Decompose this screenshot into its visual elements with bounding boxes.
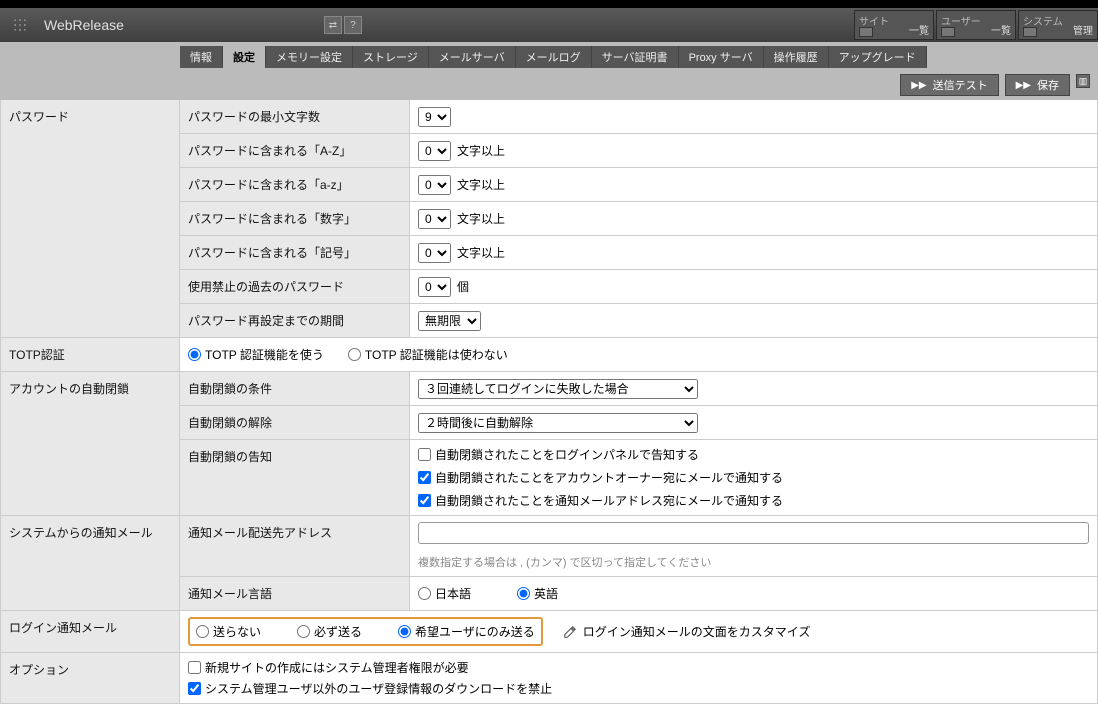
app-logo xyxy=(0,8,40,42)
send-test-button[interactable]: ▶▶送信テスト xyxy=(900,74,998,96)
app-title: WebRelease xyxy=(40,17,124,33)
row-mail-lang-value: 日本語 英語 xyxy=(410,577,1098,611)
mail-address-hint: 複数指定する場合は , (カンマ) で区切って指定してください xyxy=(418,554,711,570)
lock-notice-cb1[interactable]: 自動閉鎖されたことをログインパネルで告知する xyxy=(418,446,699,463)
loginmail-customize-link[interactable]: ログイン通知メールの文面をカスタマイズ xyxy=(563,623,811,640)
row-min-chars-label: パスワードの最小文字数 xyxy=(180,100,410,134)
save-button[interactable]: ▶▶保存 xyxy=(1005,74,1070,96)
row-lock-rel-label: 自動閉鎖の解除 xyxy=(180,406,410,440)
loginmail-always-radio[interactable]: 必ず送る xyxy=(297,623,362,640)
tab-3[interactable]: ストレージ xyxy=(353,46,429,68)
row-digit-label: パスワードに含まれる「数字」 xyxy=(180,202,410,236)
header-bar: WebRelease ⇄ ? サイト 一覧 ユーザー 一覧 システム 管理 xyxy=(0,8,1098,42)
tab-8[interactable]: 操作履歴 xyxy=(764,46,829,68)
row-upper-value: 0 文字以上 xyxy=(410,134,1098,168)
pencil-icon xyxy=(563,625,577,639)
row-upper-label: パスワードに含まれる「A-Z」 xyxy=(180,134,410,168)
row-history-value: 0 個 xyxy=(410,270,1098,304)
row-lock-rel-value: ２時間後に自動解除 xyxy=(410,406,1098,440)
section-options: オプション xyxy=(0,653,180,704)
row-history-label: 使用禁止の過去のパスワード xyxy=(180,270,410,304)
sysbox-system[interactable]: システム 管理 xyxy=(1018,10,1098,40)
row-mail-lang-label: 通知メール言語 xyxy=(180,577,410,611)
row-min-chars-value: 9 xyxy=(410,100,1098,134)
loginmail-row: 送らない 必ず送る 希望ユーザにのみ送る ログイン通知メールの文面をカスタマイズ xyxy=(180,611,1098,653)
extra-action-icon[interactable]: ▥ xyxy=(1076,74,1090,88)
tab-4[interactable]: メールサーバ xyxy=(429,46,516,68)
row-lock-not-label: 自動閉鎖の告知 xyxy=(180,440,410,516)
section-sysmail: システムからの通知メール xyxy=(0,516,180,611)
mail-lang-jp-radio[interactable]: 日本語 xyxy=(418,585,471,602)
row-expiry-label: パスワード再設定までの期間 xyxy=(180,304,410,338)
option-cb2[interactable]: システム管理ユーザ以外のユーザ登録情報のダウンロードを禁止 xyxy=(188,680,552,697)
lock-release-select[interactable]: ２時間後に自動解除 xyxy=(418,413,698,433)
sysbox-site[interactable]: サイト 一覧 xyxy=(854,10,934,40)
lock-notice-cb2[interactable]: 自動閉鎖されたことをアカウントオーナー宛にメールで通知する xyxy=(418,469,783,486)
tab-7[interactable]: Proxy サーバ xyxy=(679,46,764,68)
tab-6[interactable]: サーバ証明書 xyxy=(592,46,679,68)
row-symbol-label: パスワードに含まれる「記号」 xyxy=(180,236,410,270)
sysbox-user[interactable]: ユーザー 一覧 xyxy=(936,10,1016,40)
row-symbol-value: 0 文字以上 xyxy=(410,236,1098,270)
mail-lang-en-radio[interactable]: 英語 xyxy=(517,585,558,602)
tab-0[interactable]: 情報 xyxy=(180,46,223,68)
tab-1[interactable]: 設定 xyxy=(223,46,266,68)
lock-condition-select[interactable]: ３回連続してログインに失敗した場合 xyxy=(418,379,698,399)
row-mail-addr-value: 複数指定する場合は , (カンマ) で区切って指定してください xyxy=(410,516,1098,577)
digit-select[interactable]: 0 xyxy=(418,209,451,229)
totp-options: TOTP 認証機能を使う TOTP 認証機能は使わない xyxy=(180,338,1098,372)
history-select[interactable]: 0 xyxy=(418,277,451,297)
option-cb1[interactable]: 新規サイトの作成にはシステム管理者権限が必要 xyxy=(188,659,469,676)
row-mail-addr-label: 通知メール配送先アドレス xyxy=(180,516,410,577)
row-lock-not-value: 自動閉鎖されたことをログインパネルで告知する 自動閉鎖されたことをアカウントオー… xyxy=(410,440,1098,516)
section-password: パスワード xyxy=(0,100,180,338)
lock-notice-cb3[interactable]: 自動閉鎖されたことを通知メールアドレス宛にメールで通知する xyxy=(418,492,783,509)
lower-select[interactable]: 0 xyxy=(418,175,451,195)
tab-5[interactable]: メールログ xyxy=(516,46,592,68)
options-row: 新規サイトの作成にはシステム管理者権限が必要 システム管理ユーザ以外のユーザ登録… xyxy=(180,653,1098,704)
row-expiry-value: 無期限 xyxy=(410,304,1098,338)
loginmail-wish-radio[interactable]: 希望ユーザにのみ送る xyxy=(398,623,535,640)
section-totp: TOTP認証 xyxy=(0,338,180,372)
symbol-select[interactable]: 0 xyxy=(418,243,451,263)
upper-select[interactable]: 0 xyxy=(418,141,451,161)
tab-row: 情報設定メモリー設定ストレージメールサーバメールログサーバ証明書Proxy サー… xyxy=(0,42,1098,100)
row-lower-label: パスワードに含まれる「a-z」 xyxy=(180,168,410,202)
row-lock-cond-label: 自動閉鎖の条件 xyxy=(180,372,410,406)
help-button[interactable]: ? xyxy=(344,16,362,34)
totp-use-radio[interactable]: TOTP 認証機能を使う xyxy=(188,346,324,363)
tab-9[interactable]: アップグレード xyxy=(829,46,927,68)
tool-button-1[interactable]: ⇄ xyxy=(324,16,342,34)
section-lockout: アカウントの自動閉鎖 xyxy=(0,372,180,516)
mail-address-input[interactable] xyxy=(418,522,1089,544)
totp-nouse-radio[interactable]: TOTP 認証機能は使わない xyxy=(348,346,508,363)
row-lock-cond-value: ３回連続してログインに失敗した場合 xyxy=(410,372,1098,406)
tab-2[interactable]: メモリー設定 xyxy=(266,46,353,68)
row-digit-value: 0 文字以上 xyxy=(410,202,1098,236)
loginmail-none-radio[interactable]: 送らない xyxy=(196,623,261,640)
min-chars-select[interactable]: 9 xyxy=(418,107,451,127)
section-loginmail: ログイン通知メール xyxy=(0,611,180,653)
expiry-select[interactable]: 無期限 xyxy=(418,311,481,331)
row-lower-value: 0 文字以上 xyxy=(410,168,1098,202)
